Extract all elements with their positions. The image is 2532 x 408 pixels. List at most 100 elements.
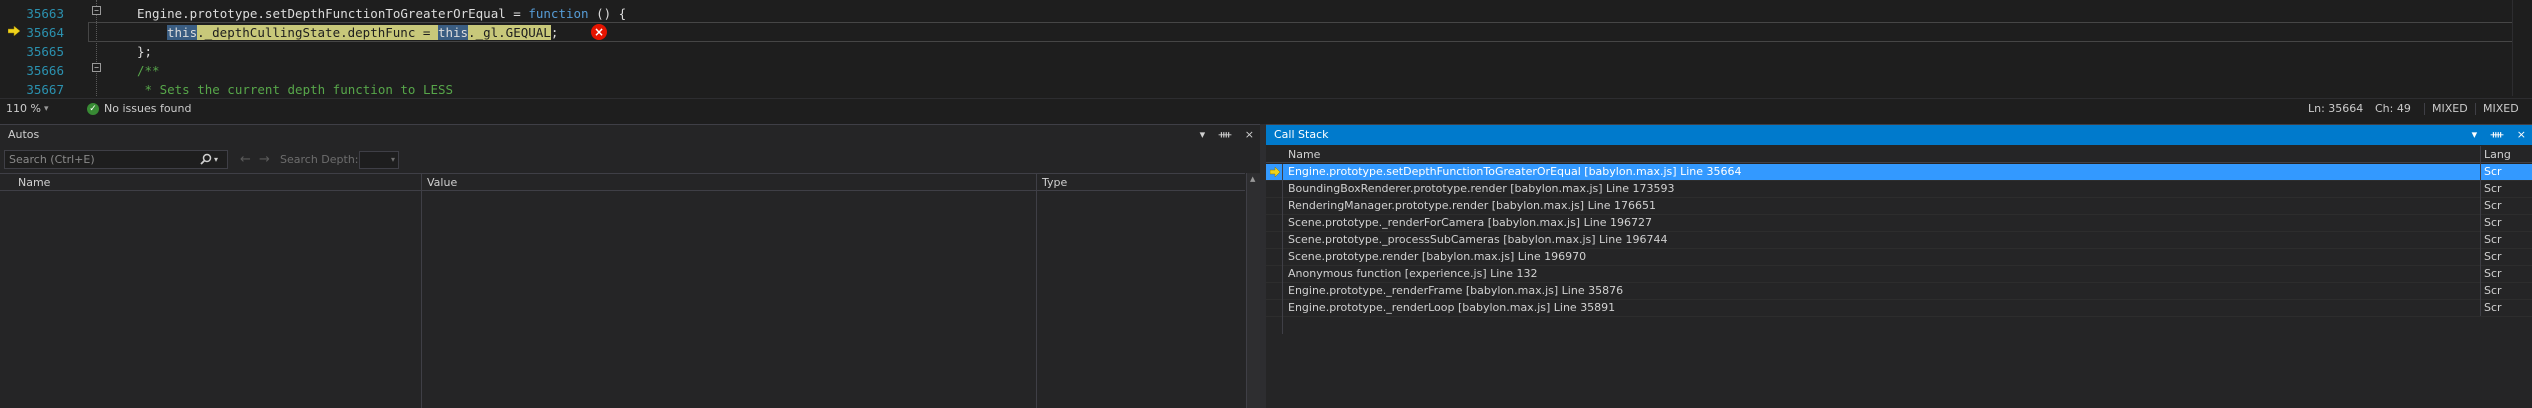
column-divider[interactable] — [2480, 146, 2481, 316]
frame-language: Scr — [2484, 216, 2502, 229]
name-column-header[interactable]: Name — [1288, 146, 1320, 163]
type-column-header[interactable]: Type — [1042, 175, 1067, 191]
panel-title: Autos — [8, 128, 40, 141]
editor-vertical-scrollbar[interactable] — [2512, 0, 2532, 96]
chevron-down-icon[interactable]: ▾ — [214, 155, 218, 164]
pin-icon[interactable]: ᚓ — [1219, 128, 1232, 141]
autos-title-bar[interactable]: Autos — [0, 125, 1260, 145]
pin-icon[interactable]: ᚓ — [2491, 128, 2504, 141]
code-token: /** — [137, 63, 160, 78]
autos-panel: Autos ▾ ᚓ × Search (Ctrl+E) ▾ ← → Search… — [0, 124, 1260, 408]
line-number: 35666 — [26, 63, 64, 78]
zoom-level[interactable]: 110 % — [6, 99, 41, 119]
code-line[interactable]: 35664 this._depthCullingState.depthFunc =… — [0, 23, 2510, 42]
divider — [2424, 103, 2425, 115]
frame-name: Engine.prototype._renderFrame [babylon.m… — [1288, 284, 1624, 297]
code-text[interactable]: }; — [137, 42, 152, 61]
code-editor[interactable]: 35663 Engine.prototype.setDepthFunctionTo… — [0, 0, 2532, 96]
close-icon[interactable]: × — [1245, 128, 1254, 141]
call-stack-frame[interactable]: Scene.prototype._renderForCamera [babylo… — [1266, 215, 2532, 232]
chevron-down-icon[interactable]: ▾ — [44, 99, 49, 119]
call-stack-frame[interactable]: RenderingManager.prototype.render [babyl… — [1266, 198, 2532, 215]
scroll-up-icon[interactable]: ▲ — [1250, 175, 1255, 183]
search-input[interactable]: Search (Ctrl+E) — [4, 150, 228, 169]
frame-gutter — [1266, 164, 1282, 180]
frame-name: Scene.prototype.render [babylon.max.js] … — [1288, 250, 1587, 263]
call-stack-column-header: Name Lang — [1266, 146, 2532, 163]
collapse-toggle[interactable]: − — [92, 63, 101, 72]
frame-language: Scr — [2484, 267, 2502, 280]
code-token: function — [528, 6, 589, 21]
error-icon: × — [591, 24, 607, 40]
line-number: 35663 — [26, 6, 64, 21]
autos-column-header: Name Value Type — [0, 173, 1245, 191]
call-stack-frame[interactable]: Scene.prototype.render [babylon.max.js] … — [1266, 249, 2532, 266]
whitespace-mode[interactable]: MIXED — [2432, 99, 2468, 119]
call-stack-frame[interactable]: Engine.prototype.setDepthFunctionToGreat… — [1266, 164, 2532, 181]
code-text[interactable]: Engine.prototype.setDepthFunctionToGreat… — [137, 4, 626, 23]
call-stack-title-buttons: ▾ ᚓ × — [2462, 125, 2526, 145]
forward-arrow-icon[interactable]: → — [259, 153, 270, 167]
code-text[interactable]: * Sets the current depth function to LES… — [137, 80, 454, 96]
code-token: Engine.prototype.setDepthFunctionToGreat… — [137, 6, 529, 21]
divider — [2475, 103, 2476, 115]
frame-name: Engine.prototype.setDepthFunctionToGreat… — [1288, 165, 1742, 178]
search-icon[interactable] — [200, 153, 212, 165]
line-number: 35664 — [26, 25, 64, 40]
code-token: ._depthCullingState.depthFunc = — [197, 25, 438, 40]
frame-name: Engine.prototype._renderLoop [babylon.ma… — [1288, 301, 1616, 314]
code-token: ._gl.GEQUAL — [468, 25, 551, 40]
call-stack-frame[interactable]: Engine.prototype._renderLoop [babylon.ma… — [1266, 300, 2532, 317]
language-column-header[interactable]: Lang — [2484, 146, 2511, 163]
frame-language: Scr — [2484, 301, 2502, 314]
code-line[interactable]: 35663 Engine.prototype.setDepthFunctionTo… — [0, 4, 2510, 23]
line-ending-mode[interactable]: MIXED — [2483, 99, 2519, 119]
search-depth-select[interactable]: ▾ — [359, 151, 399, 169]
code-token: * Sets the current depth function to LES… — [137, 82, 454, 96]
frame-gutter — [1266, 232, 1282, 248]
autos-vertical-scrollbar[interactable]: ▲ — [1246, 173, 1260, 408]
collapse-toggle[interactable]: − — [92, 6, 101, 15]
code-token: ; — [550, 25, 559, 40]
column-divider — [1282, 164, 1283, 334]
close-icon[interactable]: × — [2517, 128, 2526, 141]
autos-title-buttons: ▾ ᚓ × — [1190, 125, 1254, 145]
frame-gutter — [1266, 181, 1282, 197]
frame-name: RenderingManager.prototype.render [babyl… — [1288, 199, 1656, 212]
code-text[interactable]: /** — [137, 61, 160, 80]
window-position-dropdown-icon[interactable]: ▾ — [1200, 128, 1206, 141]
code-line[interactable]: 35665}; — [0, 42, 2510, 61]
window-position-dropdown-icon[interactable]: ▾ — [2472, 128, 2478, 141]
column-indicator[interactable]: Ch: 49 — [2375, 99, 2411, 119]
frame-name: Scene.prototype._processSubCameras [baby… — [1288, 233, 1668, 246]
line-number: 35667 — [26, 82, 64, 96]
code-text[interactable]: this._depthCullingState.depthFunc = this… — [167, 23, 558, 42]
execution-pointer-icon — [8, 26, 20, 36]
frame-name: BoundingBoxRenderer.prototype.render [ba… — [1288, 182, 1675, 195]
call-stack-frame[interactable]: Engine.prototype._renderFrame [babylon.m… — [1266, 283, 2532, 300]
issues-status[interactable]: No issues found — [104, 99, 191, 119]
frame-language: Scr — [2484, 284, 2502, 297]
code-line[interactable]: 35666 /** — [0, 61, 2510, 80]
call-stack-frame[interactable]: BoundingBoxRenderer.prototype.render [ba… — [1266, 181, 2532, 198]
code-token: this — [437, 25, 469, 40]
frame-language: Scr — [2484, 199, 2502, 212]
line-indicator[interactable]: Ln: 35664 — [2308, 99, 2363, 119]
call-stack-frame[interactable]: Scene.prototype._processSubCameras [baby… — [1266, 232, 2532, 249]
frame-name: Scene.prototype._renderForCamera [babylo… — [1288, 216, 1652, 229]
name-column-header[interactable]: Name — [18, 175, 50, 191]
call-stack-frame[interactable]: Anonymous function [experience.js] Line … — [1266, 266, 2532, 283]
editor-status-bar: 110 % ▾ ✓ No issues found Ln: 35664 Ch: … — [0, 98, 2532, 118]
frame-language: Scr — [2484, 165, 2502, 178]
code-line[interactable]: 35667 * Sets the current depth function … — [0, 80, 2510, 96]
frame-language: Scr — [2484, 233, 2502, 246]
frame-gutter — [1266, 300, 1282, 316]
frame-gutter — [1266, 266, 1282, 282]
frame-gutter — [1266, 249, 1282, 265]
column-divider[interactable] — [421, 173, 422, 408]
value-column-header[interactable]: Value — [427, 175, 457, 191]
back-arrow-icon[interactable]: ← — [240, 153, 251, 167]
frame-gutter — [1266, 215, 1282, 231]
call-stack-title-bar[interactable]: Call Stack — [1266, 125, 2532, 145]
column-divider[interactable] — [1036, 173, 1037, 408]
